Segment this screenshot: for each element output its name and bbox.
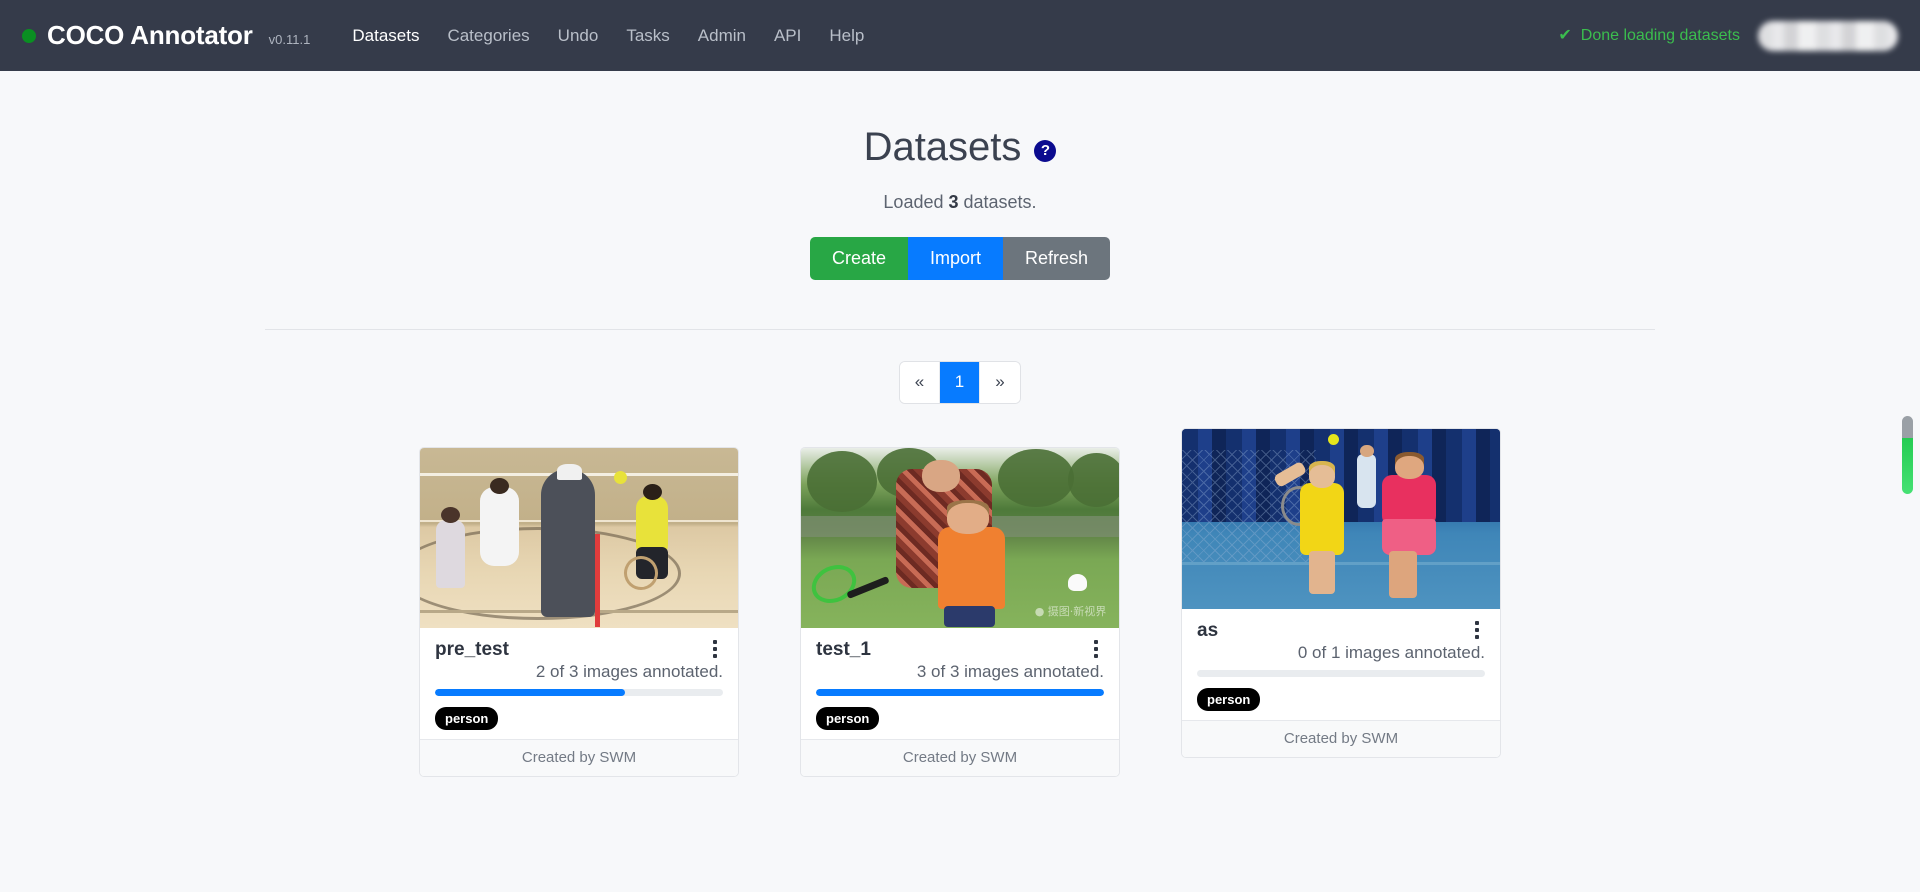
loading-status: ✔ Done loading datasets (1558, 27, 1740, 45)
dataset-created-by: Created by SWM (420, 739, 738, 777)
import-dataset-button[interactable]: Import (907, 237, 1003, 280)
pagination-prev-button[interactable]: « (900, 361, 940, 403)
pagination: « 1 » (900, 361, 1020, 403)
dataset-annotated-status: 2 of 3 images annotated. (535, 662, 723, 682)
category-badge[interactable]: person (816, 707, 880, 731)
dataset-name: pre_test (435, 638, 509, 660)
nav-link-api[interactable]: API (774, 26, 801, 46)
dataset-card-body: as 0 of 1 images annotated. person (1182, 609, 1500, 721)
section-divider (265, 328, 1655, 330)
dataset-actions-toolbar: Create Import Refresh (0, 237, 1920, 280)
help-icon[interactable]: ? (1034, 139, 1057, 162)
dataset-category-badges: person (1197, 688, 1485, 712)
pagination-wrapper: « 1 » (0, 361, 1920, 403)
kebab-menu-icon[interactable] (707, 639, 723, 659)
check-icon: ✔ (1558, 26, 1572, 44)
dataset-progress-bar (816, 689, 1104, 697)
dataset-card-grid: pre_test 2 of 3 images annotated. person… (0, 427, 1920, 778)
brand-version: v0.11.1 (268, 32, 311, 47)
dataset-category-badges: person (435, 707, 723, 731)
dataset-title-row: pre_test (435, 639, 723, 662)
pagination-page-1[interactable]: 1 (940, 361, 980, 403)
kebab-menu-icon[interactable] (1469, 620, 1485, 640)
image-watermark: ● 摄图·新视界 (1034, 604, 1107, 618)
dataset-annotated-status: 0 of 1 images annotated. (1297, 643, 1485, 663)
nav-link-datasets[interactable]: Datasets (352, 26, 419, 46)
nav-link-help[interactable]: Help (829, 26, 864, 46)
dataset-card-body: test_1 3 of 3 images annotated. person (801, 628, 1119, 740)
dataset-thumbnail[interactable] (420, 447, 738, 628)
dataset-category-badges: person (816, 707, 1104, 731)
dataset-title-row: test_1 (816, 639, 1104, 662)
blue-court-two-players-photo (1182, 428, 1500, 609)
dataset-card[interactable]: pre_test 2 of 3 images annotated. person… (419, 446, 739, 778)
dataset-created-by: Created by SWM (1182, 720, 1500, 758)
dataset-progress-fill (816, 689, 1104, 697)
dataset-created-by: Created by SWM (801, 739, 1119, 777)
brand-logo[interactable]: COCO Annotator v0.11.1 (22, 20, 310, 51)
loaded-suffix: datasets. (958, 192, 1037, 212)
user-account-chip[interactable] (1758, 20, 1898, 51)
dataset-name: as (1197, 619, 1219, 641)
category-badge[interactable]: person (1197, 688, 1261, 712)
dataset-annotated-status: 3 of 3 images annotated. (916, 662, 1104, 682)
navbar-right: ✔ Done loading datasets (1558, 20, 1898, 51)
page-header: Datasets ? Loaded 3 datasets. Create Imp… (0, 71, 1920, 280)
dataset-progress-bar (435, 689, 723, 697)
page-scrollbar-thumb[interactable] (1902, 416, 1913, 494)
nav-link-admin[interactable]: Admin (698, 26, 746, 46)
dataset-card[interactable]: ● 摄图·新视界 test_1 3 of 3 images annotated.… (800, 446, 1120, 778)
server-status-dot-icon (22, 28, 36, 43)
park-father-and-son-badminton-photo: ● 摄图·新视界 (801, 447, 1119, 628)
nav-link-undo[interactable]: Undo (558, 26, 599, 46)
refresh-datasets-button[interactable]: Refresh (1003, 237, 1111, 280)
dataset-progress-bar (1197, 670, 1485, 678)
create-dataset-button[interactable]: Create (809, 237, 908, 280)
kebab-menu-icon[interactable] (1088, 639, 1104, 659)
indoor-gym-badminton-photo (420, 447, 738, 628)
dataset-card-body: pre_test 2 of 3 images annotated. person (420, 628, 738, 740)
pagination-next-button[interactable]: » (980, 361, 1020, 403)
dataset-name: test_1 (816, 638, 871, 660)
loaded-count: 3 (948, 192, 959, 212)
top-navbar: COCO Annotator v0.11.1 Datasets Categori… (0, 0, 1920, 71)
page-scrollbar-track[interactable] (1902, 71, 1917, 892)
category-badge[interactable]: person (435, 707, 499, 731)
brand-name: COCO Annotator (47, 20, 253, 50)
nav-link-categories[interactable]: Categories (447, 26, 529, 46)
nav-links: Datasets Categories Undo Tasks Admin API… (352, 26, 864, 46)
loaded-datasets-summary: Loaded 3 datasets. (0, 192, 1920, 213)
dataset-progress-fill (435, 689, 626, 697)
page-title-text: Datasets (863, 125, 1022, 169)
loading-status-label: Done loading datasets (1580, 26, 1740, 44)
dataset-card[interactable]: as 0 of 1 images annotated. person Creat… (1181, 427, 1501, 759)
nav-link-tasks[interactable]: Tasks (626, 26, 669, 46)
loaded-prefix: Loaded (883, 192, 949, 212)
dataset-thumbnail[interactable]: ● 摄图·新视界 (801, 447, 1119, 628)
dataset-title-row: as (1197, 620, 1485, 643)
dataset-thumbnail[interactable] (1182, 428, 1500, 609)
page-title: Datasets ? (864, 125, 1057, 170)
